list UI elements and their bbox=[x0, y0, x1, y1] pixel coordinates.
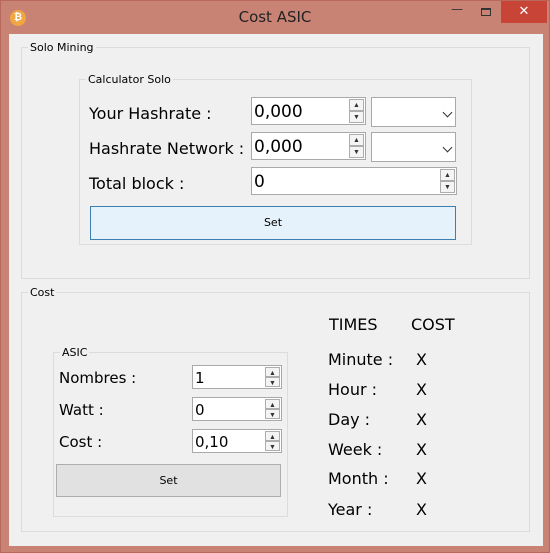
row-value-hour: X bbox=[416, 380, 427, 399]
spin-up-icon[interactable]: ▲ bbox=[265, 399, 280, 409]
asic-legend: ASIC bbox=[60, 346, 90, 359]
row-label-month: Month : bbox=[328, 469, 389, 488]
title-bar[interactable]: ₿ Cost ASIC — ✕ bbox=[1, 1, 549, 34]
hashrate-spinner[interactable]: ▲ ▼ bbox=[349, 99, 364, 123]
cost-spinner[interactable]: ▲ ▼ bbox=[265, 431, 280, 451]
watt-input[interactable]: 0 ▲ ▼ bbox=[192, 397, 282, 421]
spin-down-icon[interactable]: ▼ bbox=[265, 409, 280, 419]
cost-value: 0,10 bbox=[195, 433, 229, 451]
main-window: ₿ Cost ASIC — ✕ Solo Mining Calculator S… bbox=[0, 0, 550, 553]
watt-spinner[interactable]: ▲ ▼ bbox=[265, 399, 280, 419]
spin-up-icon[interactable]: ▲ bbox=[349, 99, 364, 111]
times-header: TIMES bbox=[329, 315, 378, 334]
hashrate-label: Your Hashrate : bbox=[89, 104, 212, 123]
row-label-hour: Hour : bbox=[328, 380, 378, 399]
total-block-input[interactable]: 0 ▲ ▼ bbox=[251, 167, 457, 195]
chevron-down-icon bbox=[442, 142, 453, 153]
total-block-value: 0 bbox=[254, 172, 265, 192]
nombres-input[interactable]: 1 ▲ ▼ bbox=[192, 365, 282, 389]
spin-up-icon[interactable]: ▲ bbox=[265, 431, 280, 441]
maximize-button[interactable] bbox=[472, 1, 499, 23]
row-label-minute: Minute : bbox=[328, 350, 394, 369]
row-value-year: X bbox=[416, 500, 427, 519]
row-value-month: X bbox=[416, 469, 427, 488]
network-hashrate-input[interactable]: 0,000 ▲ ▼ bbox=[251, 132, 366, 160]
row-value-day: X bbox=[416, 410, 427, 429]
calculator-solo-legend: Calculator Solo bbox=[86, 73, 173, 86]
nombres-label: Nombres : bbox=[59, 369, 137, 387]
watt-value: 0 bbox=[195, 401, 205, 419]
total-block-label: Total block : bbox=[89, 174, 185, 193]
cost-label: Cost : bbox=[59, 433, 103, 451]
client-area: Solo Mining Calculator Solo Your Hashrat… bbox=[9, 34, 543, 546]
network-hashrate-label: Hashrate Network : bbox=[89, 139, 245, 158]
close-button[interactable]: ✕ bbox=[501, 1, 547, 23]
solo-set-label: Set bbox=[263, 216, 283, 229]
spin-down-icon[interactable]: ▼ bbox=[440, 181, 455, 193]
asic-set-button[interactable]: Set bbox=[56, 464, 281, 497]
minimize-button[interactable]: — bbox=[443, 1, 471, 23]
row-label-week: Week : bbox=[328, 440, 383, 459]
spin-up-icon[interactable]: ▲ bbox=[265, 367, 280, 377]
solo-set-button[interactable]: Set bbox=[90, 206, 456, 240]
spin-up-icon[interactable]: ▲ bbox=[349, 134, 364, 146]
row-value-minute: X bbox=[416, 350, 427, 369]
total-block-spinner[interactable]: ▲ ▼ bbox=[440, 169, 455, 193]
hashrate-input[interactable]: 0,000 ▲ ▼ bbox=[251, 97, 366, 125]
network-hashrate-spinner[interactable]: ▲ ▼ bbox=[349, 134, 364, 158]
watt-label: Watt : bbox=[59, 401, 104, 419]
network-unit-select[interactable] bbox=[371, 132, 456, 162]
hashrate-unit-select[interactable] bbox=[371, 97, 456, 127]
row-label-day: Day : bbox=[328, 410, 371, 429]
network-hashrate-value: 0,000 bbox=[254, 137, 303, 157]
spin-down-icon[interactable]: ▼ bbox=[265, 377, 280, 387]
spin-down-icon[interactable]: ▼ bbox=[349, 146, 364, 158]
chevron-down-icon bbox=[442, 107, 453, 118]
asic-set-label: Set bbox=[159, 474, 178, 487]
nombres-spinner[interactable]: ▲ ▼ bbox=[265, 367, 280, 387]
solo-mining-legend: Solo Mining bbox=[28, 41, 96, 54]
nombres-value: 1 bbox=[195, 369, 205, 387]
maximize-icon bbox=[480, 8, 491, 16]
spin-up-icon[interactable]: ▲ bbox=[440, 169, 455, 181]
hashrate-value: 0,000 bbox=[254, 102, 303, 122]
spin-down-icon[interactable]: ▼ bbox=[265, 441, 280, 451]
cost-header: COST bbox=[411, 315, 455, 334]
row-value-week: X bbox=[416, 440, 427, 459]
row-label-year: Year : bbox=[328, 500, 373, 519]
cost-legend: Cost bbox=[28, 286, 57, 299]
cost-input[interactable]: 0,10 ▲ ▼ bbox=[192, 429, 282, 453]
spin-down-icon[interactable]: ▼ bbox=[349, 111, 364, 123]
